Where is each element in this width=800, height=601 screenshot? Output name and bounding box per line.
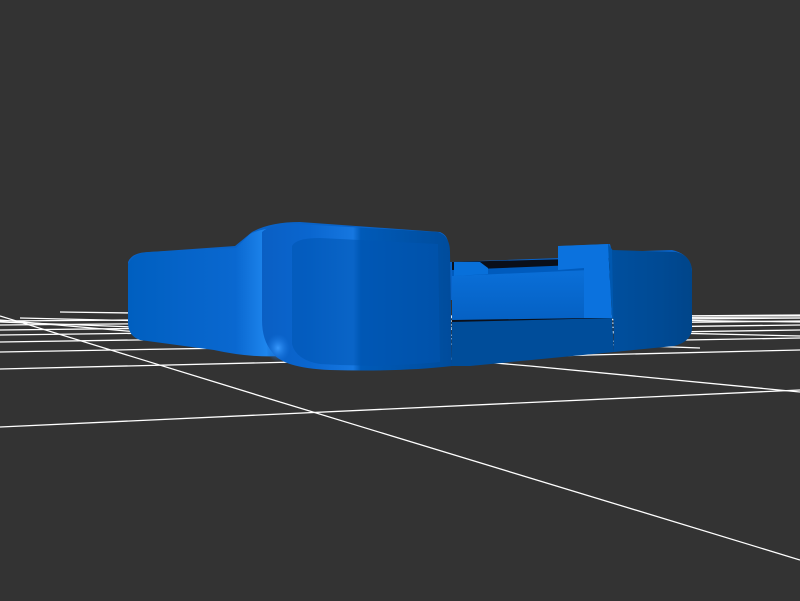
grid-line <box>279 401 800 561</box>
center-block-inner-face <box>292 238 440 366</box>
base-tray-front <box>452 318 614 366</box>
right-housing[interactable] <box>612 250 692 352</box>
3d-viewport[interactable] <box>0 0 800 601</box>
grid-line <box>0 389 800 428</box>
model[interactable] <box>128 222 692 371</box>
3d-scene[interactable] <box>0 0 800 601</box>
center-rail[interactable] <box>452 270 590 320</box>
grid-line <box>529 365 800 393</box>
left-housing[interactable] <box>128 228 282 357</box>
specular-highlight <box>266 334 290 362</box>
